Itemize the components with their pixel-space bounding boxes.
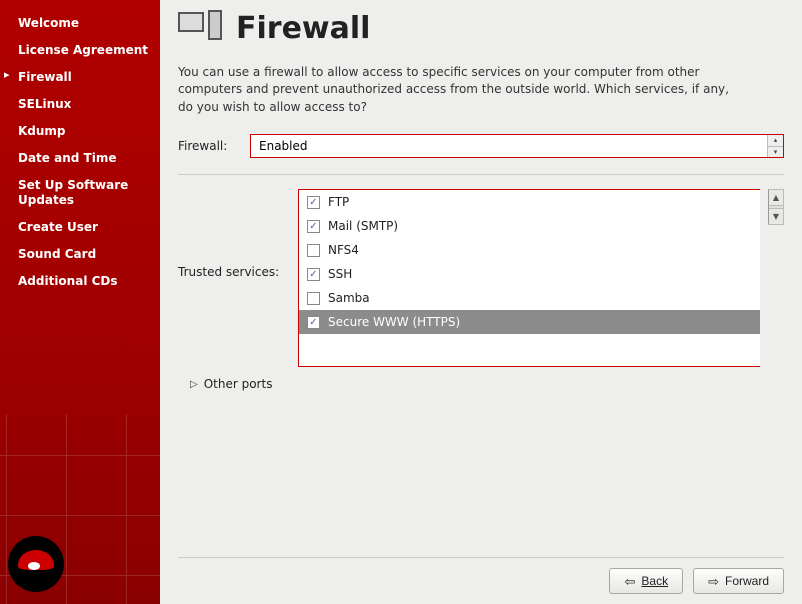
scroll-up-icon[interactable]: ▲ [769,190,783,206]
sidebar-item-selinux[interactable]: SELinux [0,91,160,118]
service-checkbox[interactable] [307,196,320,209]
firewall-label: Firewall: [178,139,242,153]
firewall-state-value: Enabled [259,139,308,153]
service-label: NFS4 [328,243,359,257]
service-label: FTP [328,195,349,209]
service-checkbox[interactable] [307,316,320,329]
trusted-services-row: Trusted services: FTP Mail (SMTP) NFS4 SSH S… [178,189,784,367]
service-item-ftp[interactable]: FTP [299,190,760,214]
forward-button[interactable]: ⇨ Forward [693,568,784,594]
page-title: Firewall [236,11,370,46]
firewall-state-dropdown[interactable]: Enabled ▴▾ [250,134,784,158]
service-item-nfs4[interactable]: NFS4 [299,238,760,262]
forward-button-label: Forward [725,574,769,588]
sidebar-item-additional-cds[interactable]: Additional CDs [0,268,160,295]
back-button[interactable]: ⇦ Back [609,568,683,594]
sidebar-item-set-up-software-updates[interactable]: Set Up Software Updates [0,172,160,214]
sidebar-item-create-user[interactable]: Create User [0,214,160,241]
service-item-secure-www-https-[interactable]: Secure WWW (HTTPS) [299,310,760,334]
trusted-services-list[interactable]: FTP Mail (SMTP) NFS4 SSH Samba Secure WWW (HT… [299,190,760,366]
trusted-services-box: FTP Mail (SMTP) NFS4 SSH Samba Secure WWW (HT… [298,189,760,367]
main-content: Firewall You can use a firewall to allow… [160,0,802,604]
service-checkbox[interactable] [307,244,320,257]
sidebar-item-firewall[interactable]: Firewall [0,64,160,91]
dropdown-spinner-icon[interactable]: ▴▾ [767,135,783,157]
firewall-header-icon [178,10,226,46]
page-header: Firewall [178,10,784,46]
service-item-samba[interactable]: Samba [299,286,760,310]
back-button-label: Back [641,574,668,588]
other-ports-expander[interactable]: ▷ Other ports [178,367,784,391]
service-checkbox[interactable] [307,268,320,281]
services-scrollbar[interactable]: ▲ ▼ [768,189,784,225]
sidebar-item-date-and-time[interactable]: Date and Time [0,145,160,172]
trusted-services-label: Trusted services: [178,189,290,279]
service-label: Secure WWW (HTTPS) [328,315,460,329]
sidebar-item-welcome[interactable]: Welcome [0,10,160,37]
firewall-state-row: Firewall: Enabled ▴▾ [178,134,784,158]
service-label: Mail (SMTP) [328,219,398,233]
service-item-ssh[interactable]: SSH [299,262,760,286]
service-checkbox[interactable] [307,292,320,305]
sidebar-item-kdump[interactable]: Kdump [0,118,160,145]
footer-buttons: ⇦ Back ⇨ Forward [178,557,784,594]
back-arrow-icon: ⇦ [624,575,635,588]
expander-triangle-icon: ▷ [190,379,198,390]
separator [178,174,784,175]
service-label: SSH [328,267,352,281]
intro-text: You can use a firewall to allow access t… [178,64,738,116]
redhat-logo-icon [8,536,64,592]
sidebar: WelcomeLicense AgreementFirewallSELinuxK… [0,0,160,604]
other-ports-label: Other ports [204,377,273,391]
service-checkbox[interactable] [307,220,320,233]
service-label: Samba [328,291,370,305]
sidebar-item-license-agreement[interactable]: License Agreement [0,37,160,64]
service-item-mail-smtp-[interactable]: Mail (SMTP) [299,214,760,238]
forward-arrow-icon: ⇨ [708,575,719,588]
sidebar-item-sound-card[interactable]: Sound Card [0,241,160,268]
scroll-down-icon[interactable]: ▼ [769,208,783,224]
